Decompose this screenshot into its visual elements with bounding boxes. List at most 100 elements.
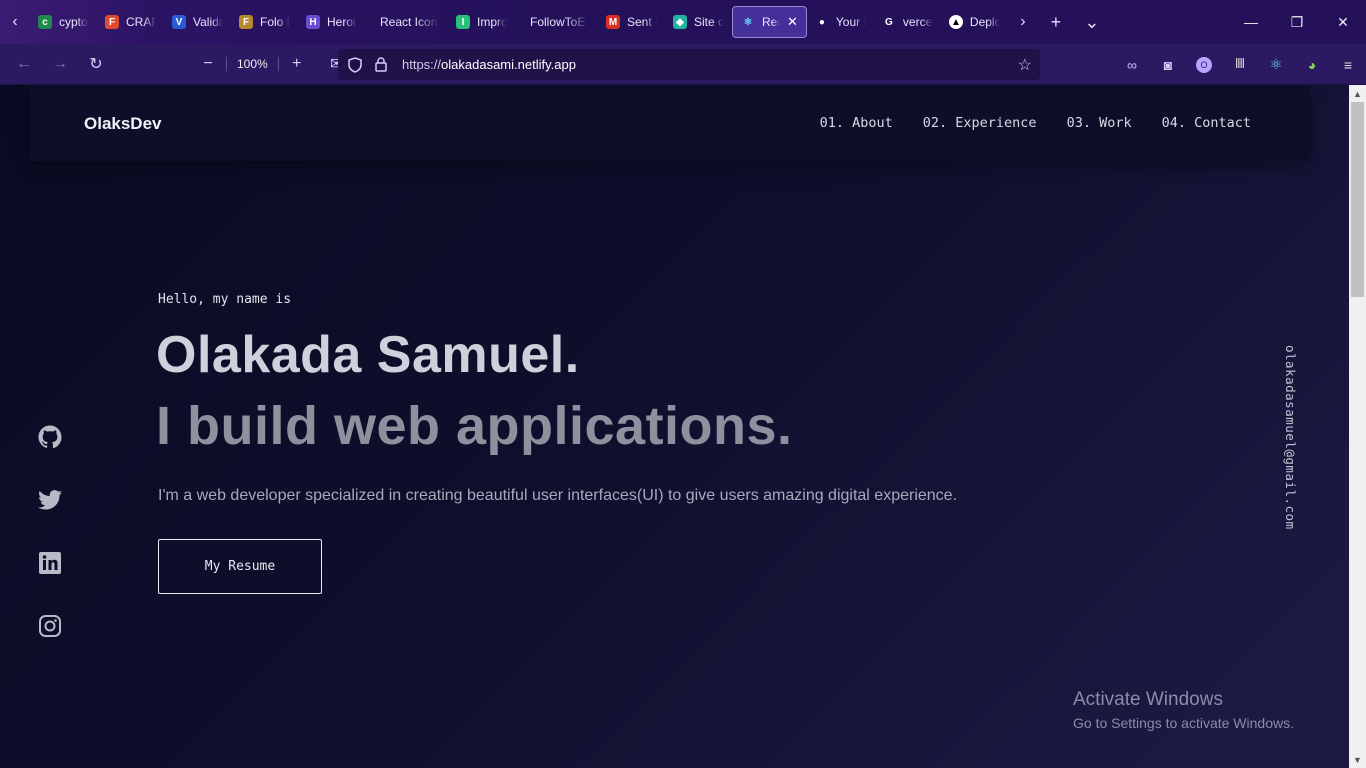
tab-favicon-icon: H: [306, 15, 320, 29]
minimize-icon[interactable]: —: [1228, 0, 1274, 44]
react-devtools-icon[interactable]: ⚛: [1258, 56, 1294, 73]
url-scheme: https://: [402, 57, 442, 72]
menu-item-contact[interactable]: 04. Contact: [1162, 115, 1251, 131]
browser-tab[interactable]: ⚛ Rea ✕: [732, 6, 807, 38]
tab-favicon-icon: V: [172, 15, 186, 29]
zoom-out-button[interactable]: −: [190, 49, 226, 79]
browser-tab[interactable]: c cypto: [30, 6, 97, 38]
browser-tab[interactable]: I Impro: [448, 6, 515, 38]
windows-activation-watermark: Activate Windows Go to Settings to activ…: [1073, 689, 1294, 731]
tab-favicon-icon: F: [105, 15, 119, 29]
tab-title: Site ov: [694, 15, 724, 29]
window-controls: — ❐ ✕: [1228, 0, 1366, 44]
url-text[interactable]: https://olakadasami.netlify.app: [402, 57, 576, 72]
tab-title: CRAP: [126, 15, 156, 29]
hero-description: I'm a web developer specialized in creat…: [158, 487, 958, 504]
list-all-tabs-button[interactable]: ⌄: [1074, 0, 1110, 44]
tab-title: Deplo: [969, 15, 1000, 29]
side-email-link[interactable]: olakadasamuel@gmail.com: [1283, 345, 1298, 530]
browser-tab[interactable]: ◆ Site ov: [665, 6, 732, 38]
tab-favicon-icon: ⚛: [743, 16, 753, 28]
hero-tagline: I build web applications.: [156, 396, 793, 456]
tab-title: Folo P: [260, 15, 290, 29]
pocket-icon[interactable]: ◙: [1150, 57, 1186, 73]
linkedin-icon[interactable]: [36, 551, 64, 575]
colorzilla-icon[interactable]: ◕: [1294, 57, 1330, 73]
browser-tab[interactable]: React Icon: [365, 6, 448, 38]
browser-tab[interactable]: F Folo P: [231, 6, 298, 38]
browser-tab[interactable]: V Valida: [164, 6, 231, 38]
scrollbar-thumb[interactable]: [1351, 102, 1364, 297]
github-icon[interactable]: [36, 425, 64, 449]
tab-title: FollowToE: [530, 15, 586, 29]
url-host: olakadasami.netlify.app: [441, 57, 576, 72]
site-logo[interactable]: OlaksDev: [84, 114, 162, 134]
zoom-in-button[interactable]: +: [279, 49, 315, 79]
tab-favicon-icon: c: [38, 15, 52, 29]
extension-bars-icon[interactable]: 𝍬: [1222, 53, 1258, 77]
reload-button[interactable]: ↻: [78, 49, 114, 79]
browser-tab[interactable]: ▲ Deplo: [941, 6, 1008, 38]
tab-title: Heroi: [327, 15, 356, 29]
tab-favicon-icon: M: [606, 15, 620, 29]
tab-close-icon[interactable]: ✕: [787, 14, 798, 30]
browser-tab[interactable]: F CRAP: [97, 6, 164, 38]
forward-button[interactable]: →: [42, 49, 78, 79]
scroll-up-arrow-icon[interactable]: ▲: [1349, 85, 1366, 102]
browser-tab[interactable]: M Sent N: [598, 6, 665, 38]
zoom-controls: − 100% +: [190, 49, 315, 79]
lock-icon[interactable]: [368, 57, 394, 72]
tab-favicon-icon: I: [456, 15, 470, 29]
hero-name: Olakada Samuel.: [156, 326, 580, 384]
menu-item-experience[interactable]: 02. Experience: [923, 115, 1037, 131]
tab-title: vercel: [902, 15, 933, 29]
twitter-icon[interactable]: [36, 488, 64, 512]
tab-title: Valida: [193, 15, 223, 29]
address-bar[interactable]: https://olakadasami.netlify.app ☆: [338, 49, 1040, 80]
bookmark-star-icon[interactable]: ☆: [1018, 55, 1032, 75]
watermark-title: Activate Windows: [1073, 689, 1223, 710]
site-header: OlaksDev 01. About 02. Experience 03. Wo…: [30, 85, 1310, 161]
shield-icon[interactable]: [342, 56, 368, 73]
navigation-toolbar: ← → ↻ − 100% + ✉ https://olakadasami.net…: [0, 44, 1366, 85]
tab-favicon-icon: F: [239, 15, 253, 29]
tab-title: React Icon: [380, 15, 438, 29]
tab-strip: ‹ ccypto F CRAP V Valida F Folo P H Heroi React I…: [0, 0, 1366, 44]
site-menu: 01. About 02. Experience 03. Work 04. Co…: [820, 115, 1251, 131]
tab-title: Sent N: [627, 15, 657, 29]
zoom-level[interactable]: 100%: [226, 57, 279, 71]
tab-favicon-icon: ◆: [673, 15, 687, 29]
new-tab-button[interactable]: +: [1038, 0, 1074, 44]
tabs-scroll-right-icon[interactable]: ›: [1008, 0, 1038, 44]
browser-tab[interactable]: FollowToE: [515, 6, 598, 38]
scroll-down-arrow-icon[interactable]: ▼: [1349, 751, 1366, 768]
menu-item-work[interactable]: 03. Work: [1067, 115, 1132, 131]
account-icon[interactable]: O: [1186, 56, 1222, 73]
browser-tab[interactable]: Gvercel: [874, 6, 941, 38]
social-links: [36, 425, 64, 638]
hero-greeting: Hello, my name is: [158, 292, 292, 307]
tab-title: Your R: [835, 15, 866, 29]
extension-icons: ∞ ◙ O 𝍬 ⚛ ◕ ≡: [1114, 44, 1366, 85]
tab-title: Impro: [477, 15, 507, 29]
browser-tab[interactable]: ● Your R: [807, 6, 874, 38]
tab-favicon-icon: G: [885, 16, 893, 28]
page-viewport: OlaksDev 01. About 02. Experience 03. Wo…: [0, 85, 1349, 768]
tabs-scroll-left-icon[interactable]: ‹: [0, 0, 30, 44]
tab-list: ccypto F CRAP V Valida F Folo P H Heroi React Ico…: [30, 0, 1008, 44]
menu-item-about[interactable]: 01. About: [820, 115, 893, 131]
restore-icon[interactable]: ❐: [1274, 0, 1320, 44]
tab-title: cypto: [59, 15, 88, 29]
watermark-subtitle: Go to Settings to activate Windows.: [1073, 715, 1294, 731]
tab-title: Rea: [762, 15, 780, 29]
vertical-scrollbar[interactable]: ▲ ▼: [1349, 85, 1366, 768]
browser-tab[interactable]: H Heroi: [298, 6, 365, 38]
private-mask-icon[interactable]: ∞: [1114, 57, 1150, 73]
resume-button[interactable]: My Resume: [158, 539, 322, 594]
tab-favicon-icon: ▲: [948, 15, 963, 29]
instagram-icon[interactable]: [36, 614, 64, 638]
close-window-icon[interactable]: ✕: [1320, 0, 1366, 44]
back-button[interactable]: ←: [6, 49, 42, 79]
menu-hamburger-icon[interactable]: ≡: [1330, 57, 1366, 73]
tab-favicon-icon: ●: [818, 16, 825, 28]
